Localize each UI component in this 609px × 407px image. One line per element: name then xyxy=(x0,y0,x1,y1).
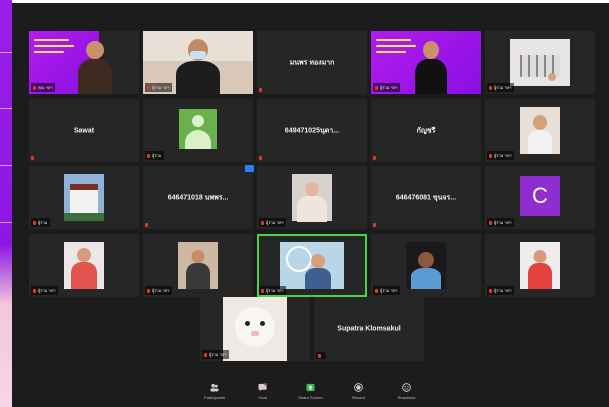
participant-tile[interactable]: 646476081 ขุนจร... xyxy=(371,166,481,229)
participant-tile[interactable]: ผู้ร่วม ฯลฯ xyxy=(485,31,595,94)
participant-tile[interactable]: ผู้ร่วม ฯลฯ xyxy=(257,234,367,297)
strip-divider xyxy=(0,108,12,109)
participant-tile[interactable]: 646471018 นพพร... xyxy=(143,166,253,229)
participant-label: ผู้ร่วม ฯลฯ xyxy=(373,286,401,295)
participant-tile[interactable]: Supatra Klomsakul xyxy=(314,297,424,361)
toolbar-label: Record xyxy=(352,395,365,400)
participant-tile[interactable]: ผู้ร่วม ฯลฯ xyxy=(485,99,595,162)
participant-tile[interactable]: คุณ ฯลฯ xyxy=(29,31,139,94)
participant-body xyxy=(176,61,220,94)
participant-name: Sawat xyxy=(73,127,95,134)
participant-name: 646471018 นพพร... xyxy=(167,194,229,201)
participant-label xyxy=(316,352,326,359)
record-button[interactable]: Record xyxy=(344,380,374,400)
muted-icon xyxy=(259,156,262,160)
participant-video xyxy=(510,39,570,86)
share-screen-button[interactable]: Share Screen xyxy=(296,380,326,400)
reactions-button[interactable]: Reactions xyxy=(392,380,422,400)
participant-tile[interactable]: ผู้ร่วม ฯลฯ xyxy=(257,166,367,229)
participant-name: 646476081 ขุนจร... xyxy=(395,194,457,201)
participant-label: ผู้ร่วม ฯลฯ xyxy=(487,286,515,295)
participant-video xyxy=(520,242,560,289)
record-icon xyxy=(354,383,363,392)
toolbar-label: Reactions xyxy=(397,395,416,400)
participant-video xyxy=(280,242,344,289)
participant-video xyxy=(178,242,218,289)
participant-label: ผู้ร่วม ฯลฯ xyxy=(145,83,173,92)
participant-face xyxy=(423,41,439,59)
participant-tile[interactable]: ผู้ร่วม ฯลฯ xyxy=(200,297,310,361)
participant-tile[interactable]: ผู้ร่วม xyxy=(143,99,253,162)
chat-button[interactable]: Chat xyxy=(248,380,278,400)
participant-tile[interactable]: ผู้ร่วม ฯลฯ xyxy=(371,234,481,297)
desktop-left-strip xyxy=(0,0,12,407)
participant-tile[interactable]: C ผู้ร่วม ฯลฯ xyxy=(485,166,595,229)
chat-icon xyxy=(258,383,267,392)
reactions-icon xyxy=(402,383,411,392)
participant-name: Supatra Klomsakul xyxy=(337,325,401,333)
participant-label: ผู้ร่วม ฯลฯ xyxy=(145,286,173,295)
muted-icon xyxy=(373,156,376,160)
participant-video xyxy=(223,297,287,361)
participant-tile[interactable]: ผู้ร่วม ฯลฯ xyxy=(485,234,595,297)
participant-label: ผู้ร่วม ฯลฯ xyxy=(259,286,287,295)
toolbar-label: Chat xyxy=(258,395,267,400)
participant-name: กัญชรี xyxy=(416,127,436,134)
letter-avatar: C xyxy=(520,176,560,216)
participant-tile[interactable]: Sawat xyxy=(29,99,139,162)
muted-icon xyxy=(31,156,34,160)
participant-label: ผู้ร่วม ฯลฯ xyxy=(487,151,515,160)
participant-name: 649471025นุดา... xyxy=(284,127,340,134)
participant-label: ผู้ร่วม ฯลฯ xyxy=(259,218,287,227)
participant-label: คุณ ฯลฯ xyxy=(31,83,56,92)
participant-video xyxy=(64,242,104,289)
participant-body xyxy=(415,59,447,94)
participant-label: ผู้ร่วม ฯลฯ xyxy=(202,350,230,359)
zoom-gallery-window: คุณ ฯลฯ ผู้ร่วม ฯลฯ มนพร ทองมาก ผู้ร่วม … xyxy=(12,3,609,407)
participant-video xyxy=(64,174,104,221)
participant-video xyxy=(406,242,446,289)
participant-tile[interactable]: มนพร ทองมาก xyxy=(257,31,367,94)
participant-tile[interactable]: กัญชรี xyxy=(371,99,481,162)
participant-label: ผู้ร่วม ฯลฯ xyxy=(31,286,59,295)
participant-tile[interactable]: ผู้ร่วม ฯลฯ xyxy=(143,234,253,297)
participant-label: ผู้ร่วม xyxy=(31,218,51,227)
hand-raised-icon xyxy=(245,165,254,172)
participant-face xyxy=(86,41,104,59)
participant-tile[interactable]: ผู้ร่วม ฯลฯ xyxy=(29,234,139,297)
participant-name: มนพร ทองมาก xyxy=(289,59,335,66)
muted-icon xyxy=(259,88,262,92)
participant-video xyxy=(520,107,560,154)
participant-label: ผู้ร่วม ฯลฯ xyxy=(373,83,401,92)
participant-label: ผู้ร่วม ฯลฯ xyxy=(487,218,515,227)
toolbar-label: Participants xyxy=(204,395,225,400)
participants-button[interactable]: Participants xyxy=(200,380,230,400)
face-mask xyxy=(190,51,206,59)
default-avatar-icon xyxy=(179,109,217,149)
participant-tile[interactable]: ผู้ร่วม xyxy=(29,166,139,229)
muted-icon xyxy=(145,223,148,227)
participants-icon xyxy=(210,383,219,392)
strip-divider xyxy=(0,52,12,53)
muted-icon xyxy=(373,223,376,227)
participant-label: ผู้ร่วม xyxy=(145,151,165,160)
strip-divider xyxy=(0,165,12,166)
participant-tile[interactable]: 649471025นุดา... xyxy=(257,99,367,162)
toolbar-label: Share Screen xyxy=(298,395,323,400)
participant-label: ผู้ร่วม ฯลฯ xyxy=(487,83,515,92)
meeting-toolbar: Participants Chat Share Screen Record Re… xyxy=(12,380,609,407)
share-screen-icon xyxy=(306,383,315,392)
participant-tile[interactable]: ผู้ร่วม ฯลฯ xyxy=(371,31,481,94)
participant-video xyxy=(292,174,332,222)
participant-tile[interactable]: ผู้ร่วม ฯลฯ xyxy=(143,31,253,94)
participant-body xyxy=(78,59,112,94)
strip-divider xyxy=(0,222,12,223)
